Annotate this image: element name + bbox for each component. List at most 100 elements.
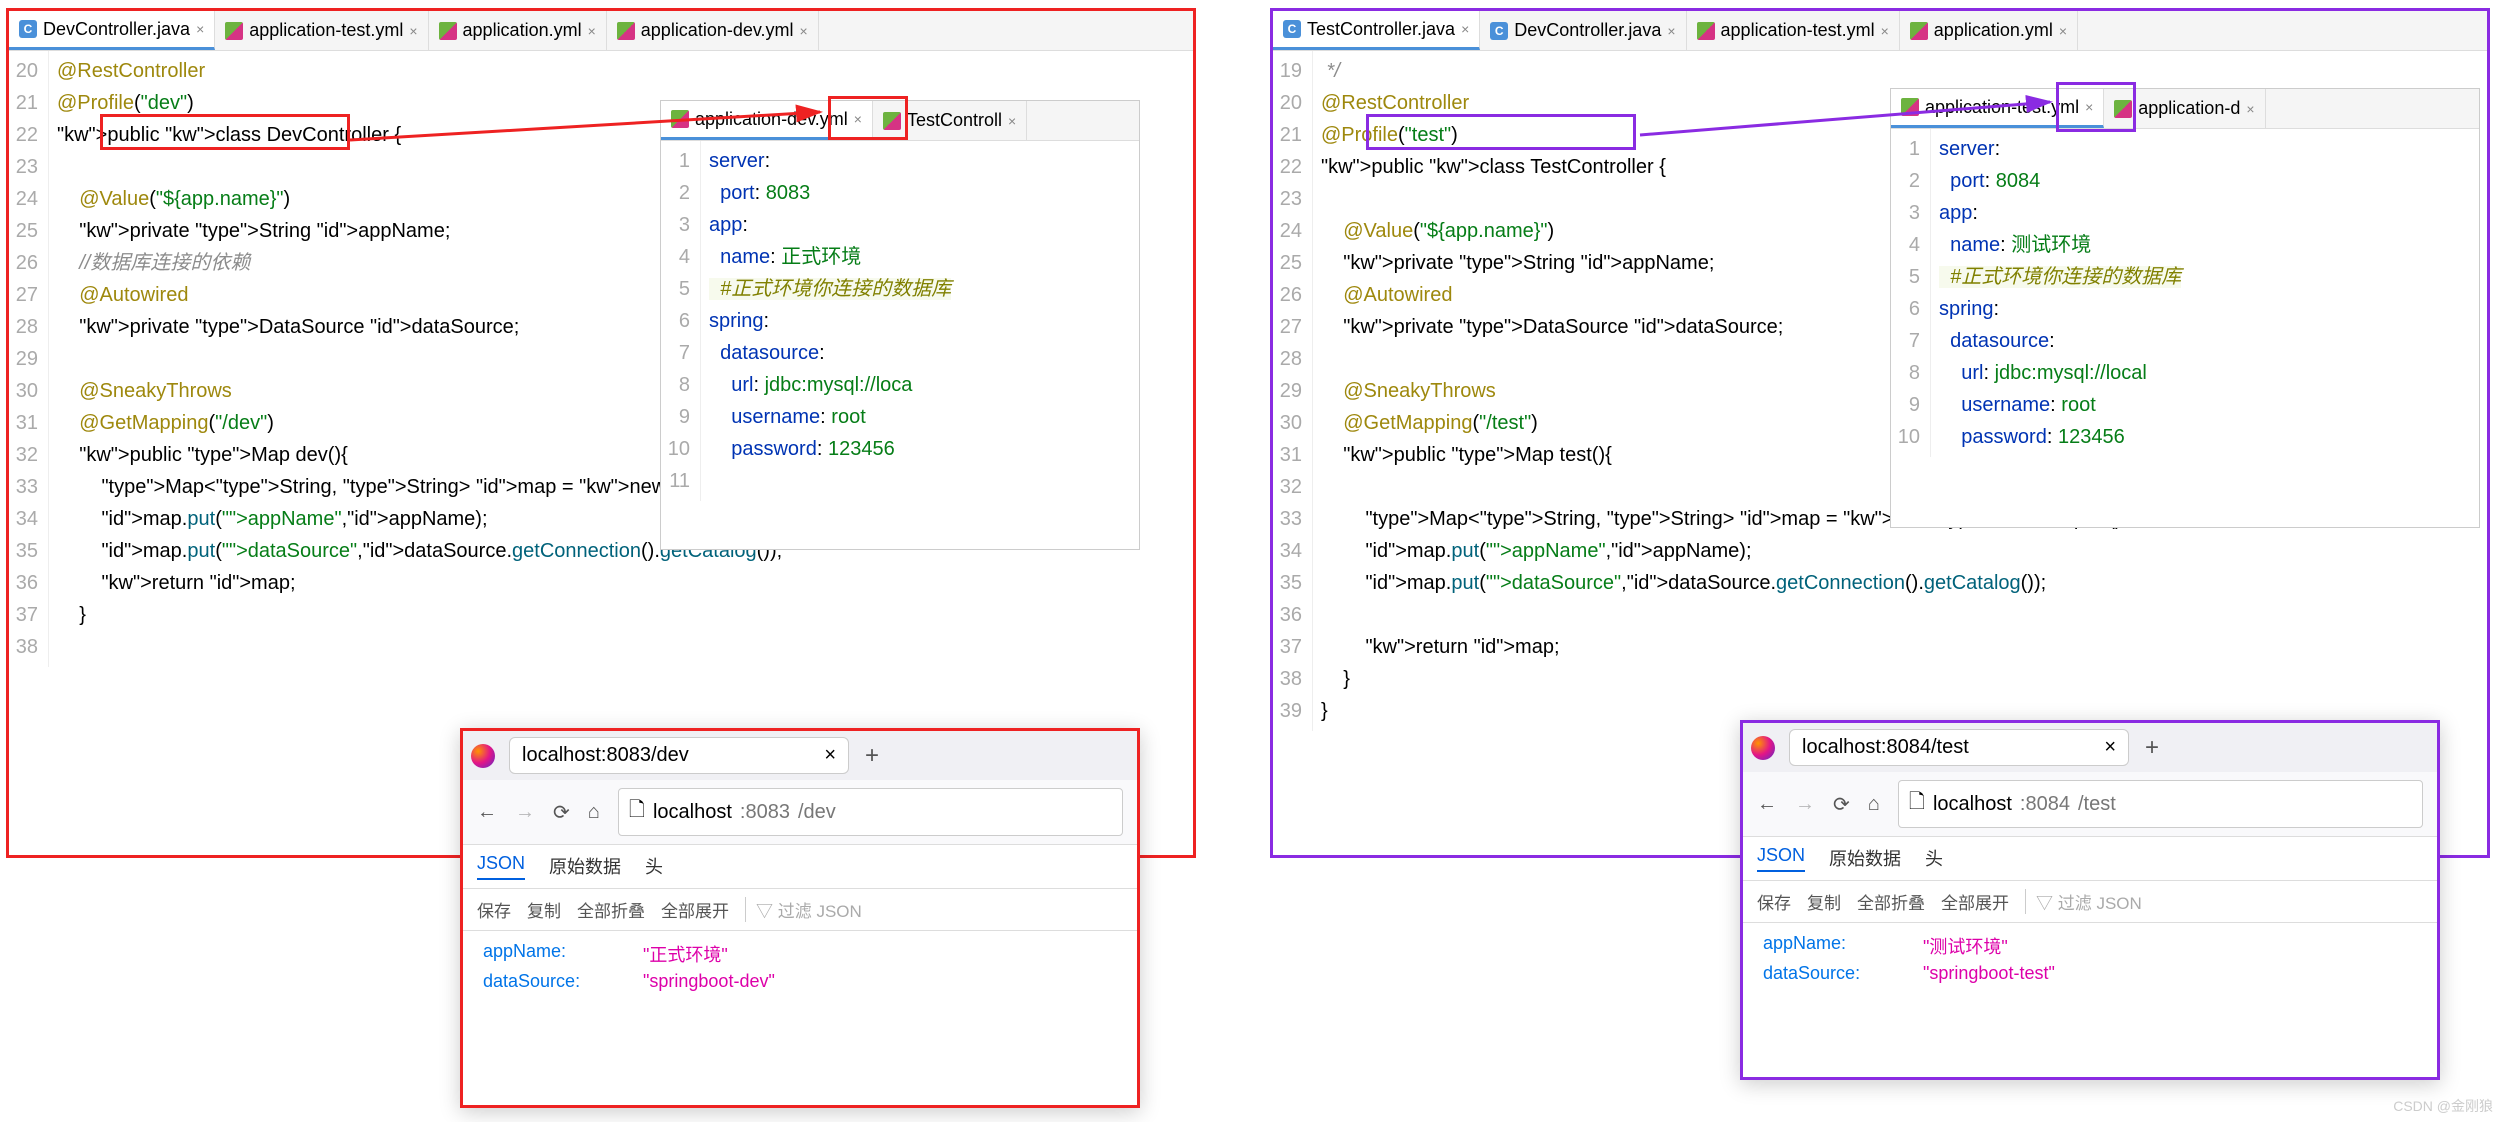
new-tab-button[interactable]: + [2137, 734, 2167, 762]
code-line[interactable]: port: 8084 [1939, 165, 2181, 197]
browser-tab-title: localhost:8083/dev [522, 744, 689, 767]
tab-application-dev-yml[interactable]: application-dev.yml× [607, 11, 819, 50]
close-icon[interactable]: × [1881, 23, 1889, 39]
json-row: appName:"正式环境" [483, 939, 1117, 969]
code-line[interactable]: url: jdbc:mysql://local [1939, 357, 2181, 389]
toolbar-全部展开[interactable]: 全部展开 [661, 897, 729, 922]
viewer-tab-原始数据[interactable]: 原始数据 [1829, 845, 1901, 872]
code-line[interactable]: url: jdbc:mysql://loca [709, 369, 951, 401]
viewer-tab-头[interactable]: 头 [1925, 845, 1943, 872]
back-icon[interactable]: ← [477, 801, 497, 824]
code-line[interactable]: username: root [709, 401, 951, 433]
close-icon[interactable]: × [2246, 101, 2254, 117]
code-line[interactable]: name: 正式环境 [709, 241, 951, 273]
tab-devcontroller-java[interactable]: CDevController.java× [1480, 11, 1686, 50]
browser-tab[interactable]: localhost:8083/dev × [509, 737, 849, 774]
code-line[interactable]: port: 8083 [709, 177, 951, 209]
close-icon[interactable]: × [2104, 736, 2116, 759]
code-line[interactable]: #正式环境你连接的数据库 [709, 273, 951, 305]
viewer-tab-JSON[interactable]: JSON [1757, 845, 1805, 872]
code-line[interactable]: } [1321, 663, 2127, 695]
left-yml-code[interactable]: server: port: 8083app: name: 正式环境 #正式环境你… [701, 141, 959, 501]
toolbar-全部折叠[interactable]: 全部折叠 [577, 897, 645, 922]
close-icon[interactable]: × [1008, 113, 1016, 129]
home-icon[interactable]: ⌂ [588, 801, 600, 824]
code-line[interactable]: password: 123456 [1939, 421, 2181, 453]
viewer-tab-头[interactable]: 头 [645, 853, 663, 880]
code-line[interactable]: username: root [1939, 389, 2181, 421]
home-icon[interactable]: ⌂ [1868, 793, 1880, 816]
code-line[interactable]: spring: [709, 305, 951, 337]
code-line[interactable] [57, 631, 863, 663]
code-line[interactable]: "id">map.put("">dataSource","id">dataSou… [1321, 567, 2127, 599]
tab-testcontroller-java[interactable]: CTestController.java× [1273, 11, 1480, 50]
forward-icon[interactable]: → [515, 801, 535, 824]
tab-application-test-yml[interactable]: application-test.yml× [1687, 11, 1900, 50]
address-bar[interactable]: 🗋 localhost:8083/dev [618, 788, 1123, 836]
right-yml-code[interactable]: server: port: 8084app: name: 测试环境 #正式环境你… [1931, 129, 2189, 457]
line-number: 24 [15, 183, 38, 215]
code-line[interactable] [709, 465, 951, 497]
code-line[interactable]: datasource: [709, 337, 951, 369]
close-icon[interactable]: × [588, 23, 596, 39]
browser-tab[interactable]: localhost:8084/test × [1789, 729, 2129, 766]
code-line[interactable]: password: 123456 [709, 433, 951, 465]
line-number: 20 [15, 55, 38, 87]
toolbar-复制[interactable]: 复制 [527, 897, 561, 922]
toolbar-保存[interactable]: 保存 [477, 897, 511, 922]
line-number: 1 [1897, 133, 1920, 165]
code-line[interactable]: app: [709, 209, 951, 241]
code-line[interactable]: server: [1939, 133, 2181, 165]
yml-file-icon [1901, 98, 1919, 116]
reload-icon[interactable]: ⟳ [1833, 792, 1850, 817]
right-browser: localhost:8084/test × + ← → ⟳ ⌂ 🗋 localh… [1740, 720, 2440, 1080]
toolbar-全部折叠[interactable]: 全部折叠 [1857, 889, 1925, 914]
url-path: /test [2078, 793, 2116, 816]
code-line[interactable] [1321, 599, 2127, 631]
filter-json[interactable]: ▽ 过滤 JSON [2025, 889, 2142, 914]
line-number: 33 [15, 471, 38, 503]
browser-nav: ← → ⟳ ⌂ 🗋 localhost:8084/test [1743, 772, 2437, 837]
filter-json[interactable]: ▽ 过滤 JSON [745, 897, 862, 922]
tab-application-yml[interactable]: application.yml× [1900, 11, 2078, 50]
back-icon[interactable]: ← [1757, 793, 1777, 816]
close-icon[interactable]: × [824, 744, 836, 767]
toolbar-全部展开[interactable]: 全部展开 [1941, 889, 2009, 914]
toolbar-复制[interactable]: 复制 [1807, 889, 1841, 914]
viewer-tab-JSON[interactable]: JSON [477, 853, 525, 880]
line-number: 2 [1897, 165, 1920, 197]
tab-application-test-yml[interactable]: application-test.yml× [215, 11, 428, 50]
code-line[interactable]: app: [1939, 197, 2181, 229]
tab-label: application-dev.yml [695, 109, 848, 130]
code-line[interactable]: } [57, 599, 863, 631]
tab-label: DevController.java [43, 19, 190, 40]
tab-application-yml[interactable]: application.yml× [429, 11, 607, 50]
close-icon[interactable]: × [1667, 23, 1675, 39]
close-icon[interactable]: × [196, 21, 204, 37]
code-line[interactable]: "kw">return "id">map; [57, 567, 863, 599]
line-number: 33 [1279, 503, 1302, 535]
line-number: 27 [1279, 311, 1302, 343]
line-number: 20 [1279, 87, 1302, 119]
code-line[interactable]: spring: [1939, 293, 2181, 325]
code-line[interactable]: datasource: [1939, 325, 2181, 357]
reload-icon[interactable]: ⟳ [553, 800, 570, 825]
code-line[interactable]: server: [709, 145, 951, 177]
address-bar[interactable]: 🗋 localhost:8084/test [1898, 780, 2423, 828]
code-line[interactable]: */ [1321, 55, 2127, 87]
code-line[interactable]: #正式环境你连接的数据库 [1939, 261, 2181, 293]
close-icon[interactable]: × [409, 23, 417, 39]
code-line[interactable]: name: 测试环境 [1939, 229, 2181, 261]
close-icon[interactable]: × [800, 23, 808, 39]
code-line[interactable]: @RestController [57, 55, 863, 87]
close-icon[interactable]: × [2059, 23, 2067, 39]
toolbar-保存[interactable]: 保存 [1757, 889, 1791, 914]
code-line[interactable]: "id">map.put("">appName","id">appName); [1321, 535, 2127, 567]
new-tab-button[interactable]: + [857, 742, 887, 770]
code-line[interactable]: "kw">return "id">map; [1321, 631, 2127, 663]
tab-devcontroller-java[interactable]: CDevController.java× [9, 11, 215, 50]
viewer-tab-原始数据[interactable]: 原始数据 [549, 853, 621, 880]
forward-icon[interactable]: → [1795, 793, 1815, 816]
close-icon[interactable]: × [1461, 21, 1469, 37]
firefox-icon [471, 744, 495, 768]
